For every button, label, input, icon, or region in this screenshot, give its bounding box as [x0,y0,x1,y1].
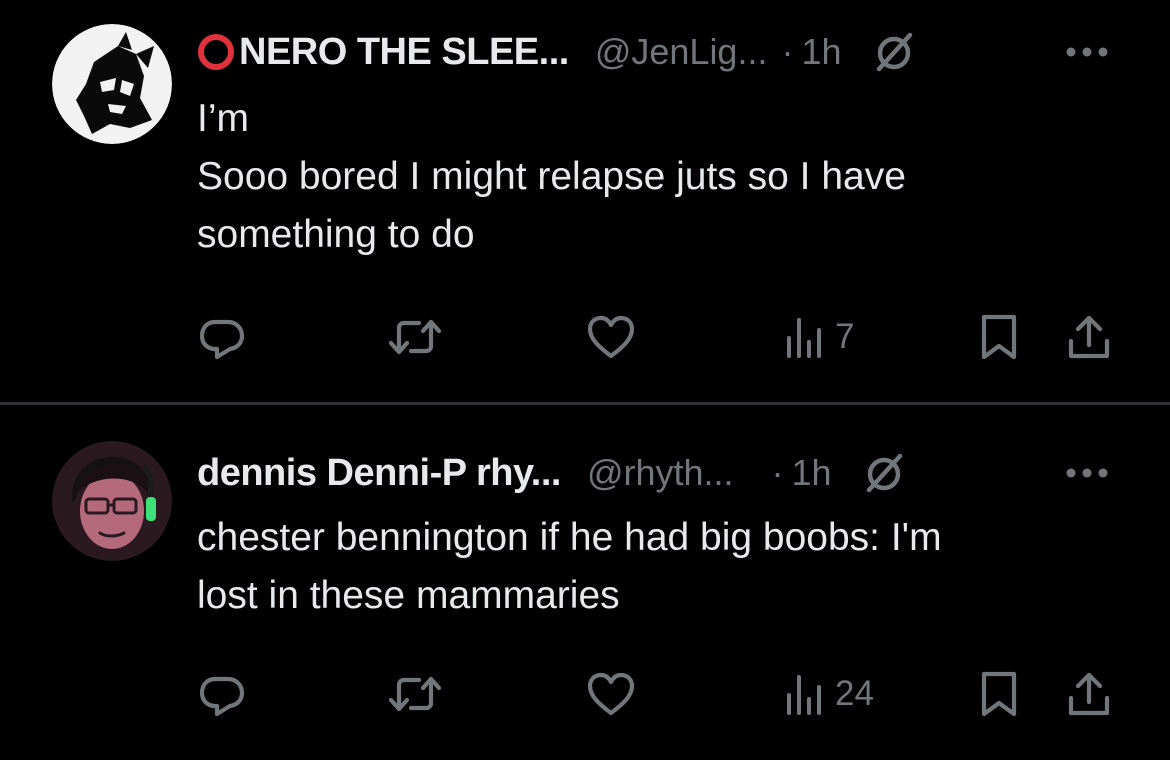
share-icon [1068,672,1110,716]
timestamp[interactable]: 1h [792,452,832,494]
more-options-icon[interactable] [1062,42,1112,62]
share-button[interactable] [1067,664,1111,724]
repost-button[interactable] [387,664,443,724]
grok-icon[interactable] [872,29,918,75]
views-icon [787,318,821,358]
share-icon [1068,315,1110,359]
repost-button[interactable] [387,307,443,367]
tweet-text-line: chester bennington if he had big boobs: … [197,516,942,559]
avatar-image [52,24,172,144]
repost-icon [388,676,442,712]
bookmark-icon [981,314,1017,360]
tweet-header: NERO THE SLEE... @JenLig... · 1h [197,22,1112,82]
avatar[interactable] [52,441,172,561]
reply-button[interactable] [197,664,247,724]
tweet-text: chester bennington if he had big boobs: … [197,509,1117,625]
avatar[interactable] [52,24,172,144]
grok-icon[interactable] [862,450,908,496]
red-ring-icon [198,34,234,70]
display-name[interactable]: dennis Denni-P rhy... [197,452,561,495]
tweet-text-line: Sooo bored I might relapse juts so I hav… [197,155,906,198]
user-handle[interactable]: @JenLig... [595,31,768,73]
bookmark-icon [981,671,1017,717]
display-name-text: dennis Denni-P rhy... [197,451,561,494]
tweet-text: I’m Sooo bored I might relapse juts so I… [197,90,1117,264]
views-button[interactable]: 7 [785,307,854,367]
action-bar: 7 [197,307,1117,367]
views-button[interactable]: 24 [785,664,874,724]
tweet-2[interactable]: dennis Denni-P rhy... @rhyth... · 1h che… [0,405,1170,760]
reply-button[interactable] [197,307,247,367]
views-icon [787,675,821,715]
action-bar: 24 [197,664,1117,724]
avatar-image [52,441,172,561]
tweet-1[interactable]: NERO THE SLEE... @JenLig... · 1h I’m Soo… [0,0,1170,403]
like-button[interactable] [585,307,637,367]
reply-icon [199,676,245,717]
like-button[interactable] [585,664,637,724]
display-name[interactable]: NERO THE SLEE... [197,31,569,74]
separator-dot: · [781,31,794,72]
separator-dot: · [771,452,784,493]
user-handle[interactable]: @rhyth... [587,452,734,494]
more-options-icon[interactable] [1062,463,1112,483]
tweet-text-line: lost in these mammaries [197,574,620,617]
view-count: 7 [835,317,855,356]
view-count: 24 [835,674,874,713]
timestamp[interactable]: 1h [801,31,841,73]
bookmark-button[interactable] [977,664,1021,724]
reply-icon [199,319,245,360]
share-button[interactable] [1067,307,1111,367]
display-name-text: NERO THE SLEE... [239,30,569,73]
tweet-text-line: I’m [197,97,249,140]
bookmark-button[interactable] [977,307,1021,367]
tweet-text-line: something to do [197,213,475,256]
repost-icon [388,319,442,355]
like-icon [587,672,635,716]
like-icon [587,315,635,359]
tweet-header: dennis Denni-P rhy... @rhyth... · 1h [197,443,1112,503]
